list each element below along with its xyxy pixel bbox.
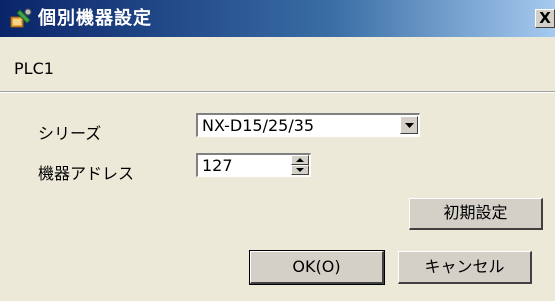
ok-button[interactable]: OK(O) xyxy=(249,250,385,285)
cancel-button[interactable]: キャンセル xyxy=(398,251,532,284)
spin-down-button[interactable] xyxy=(291,165,309,175)
close-icon: X xyxy=(539,9,551,27)
address-spinbox[interactable]: 127 xyxy=(196,153,311,177)
spin-up-button[interactable] xyxy=(291,155,309,165)
arrow-up-icon xyxy=(296,158,304,162)
address-value: 127 xyxy=(202,156,233,175)
series-combobox[interactable]: NX-D15/25/35 xyxy=(196,113,420,137)
chevron-down-icon xyxy=(405,123,414,128)
device-name: PLC1 xyxy=(14,59,54,78)
window-title: 個別機器設定 xyxy=(38,8,152,29)
arrow-down-icon xyxy=(296,168,304,172)
close-button[interactable]: X xyxy=(535,9,555,28)
title-bar[interactable]: 個別機器設定 X xyxy=(0,0,555,37)
dropdown-button[interactable] xyxy=(400,116,418,134)
series-label: シリーズ xyxy=(38,124,102,143)
settings-wrench-icon xyxy=(10,8,32,30)
initial-settings-button[interactable]: 初期設定 xyxy=(409,198,543,230)
address-label: 機器アドレス xyxy=(38,164,135,183)
separator-highlight xyxy=(0,92,555,93)
series-value: NX-D15/25/35 xyxy=(202,116,315,135)
